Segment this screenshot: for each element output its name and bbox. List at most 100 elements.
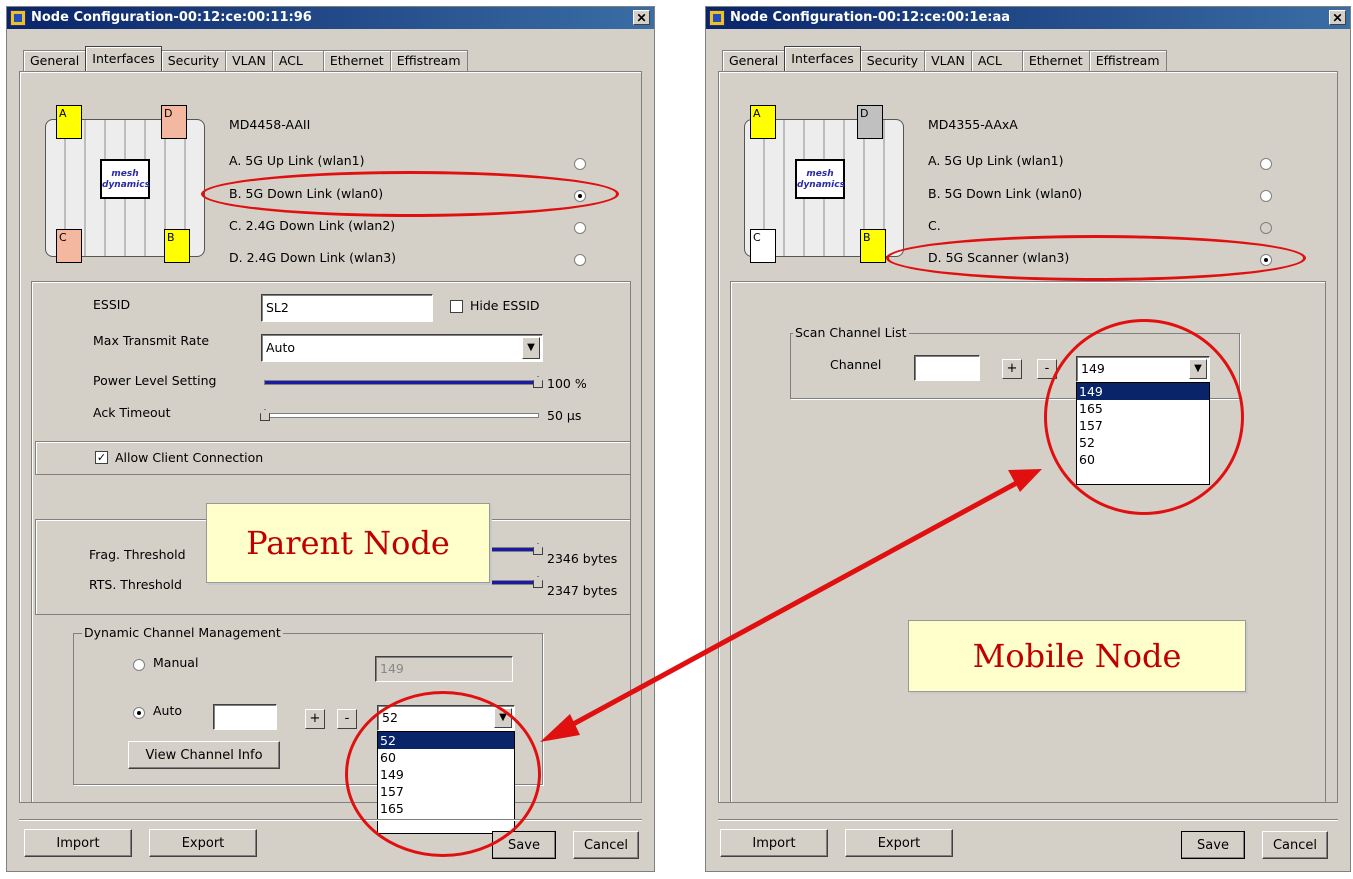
max-transmit-rate-select[interactable]: Auto ▼ [261, 334, 543, 362]
tab-ethernet[interactable]: Ethernet [322, 50, 391, 71]
channel-option[interactable]: 60 [1077, 451, 1209, 468]
allow-client-label: Allow Client Connection [115, 450, 264, 465]
interface-d-label: D. 2.4G Down Link (wlan3) [229, 250, 397, 265]
power-level-slider[interactable] [264, 376, 543, 388]
interface-b-label: B. 5G Down Link (wlan0) [928, 186, 1083, 201]
channel-option[interactable]: 52 [378, 732, 514, 749]
import-button[interactable]: Import [720, 829, 828, 857]
interface-a-radio[interactable] [1260, 158, 1272, 170]
chevron-down-icon[interactable]: ▼ [1189, 359, 1207, 379]
power-level-label: Power Level Setting [93, 373, 217, 388]
ack-timeout-slider[interactable] [260, 409, 539, 421]
allow-client-checkbox[interactable]: ✓ [95, 451, 108, 464]
remove-channel-button[interactable]: - [1037, 359, 1057, 379]
interface-c-label: C. 2.4G Down Link (wlan2) [229, 218, 396, 233]
frag-threshold-value: 2346 bytes [547, 551, 618, 566]
hide-essid-label: Hide ESSID [470, 298, 540, 313]
right-tab-bar: General Interfaces Security VLAN ACL Eth… [722, 46, 1167, 71]
ack-timeout-value: 50 µs [547, 408, 582, 423]
tab-effistream[interactable]: Effistream [389, 50, 468, 71]
interface-c-radio [1260, 222, 1272, 234]
model-label: MD4355-AAxA [928, 117, 1018, 132]
tab-interfaces[interactable]: Interfaces [784, 46, 861, 71]
port-d: D [161, 105, 187, 139]
add-channel-button[interactable]: + [1002, 359, 1022, 379]
tab-effistream[interactable]: Effistream [1088, 50, 1167, 71]
channel-input[interactable] [914, 355, 980, 381]
chevron-down-icon[interactable]: ▼ [522, 337, 540, 359]
essid-input[interactable]: SL2 [261, 294, 433, 322]
right-title-bar[interactable]: Node Configuration-00:12:ce:00:1e:aa ✕ [706, 7, 1350, 29]
tab-general[interactable]: General [722, 50, 786, 71]
rts-threshold-label: RTS. Threshold [89, 577, 182, 592]
left-node-config-window: Node Configuration-00:12:ce:00:11:96 ✕ G… [6, 6, 655, 872]
import-button[interactable]: Import [24, 829, 132, 857]
channel-option[interactable]: 157 [378, 783, 514, 800]
channel-option[interactable]: 165 [1077, 400, 1209, 417]
left-window-title: Node Configuration-00:12:ce:00:11:96 [31, 10, 312, 25]
save-button[interactable]: Save [1181, 831, 1245, 859]
close-icon[interactable]: ✕ [633, 10, 650, 25]
hide-essid-checkbox[interactable] [450, 300, 463, 313]
channel-option[interactable]: 149 [378, 766, 514, 783]
chevron-down-icon[interactable]: ▼ [494, 708, 512, 728]
scan-channel-select[interactable]: 149 ▼ [1076, 356, 1210, 382]
close-icon[interactable]: ✕ [1329, 10, 1346, 25]
interface-b-radio[interactable] [1260, 190, 1272, 202]
scan-channel-value: 149 [1081, 361, 1105, 376]
auto-label: Auto [153, 703, 183, 718]
port-c: C [56, 229, 82, 263]
auto-channel-select[interactable]: 52 ▼ [377, 705, 515, 731]
dcm-legend: Dynamic Channel Management [82, 625, 283, 640]
mobile-node-callout: Mobile Node [908, 620, 1246, 692]
footer-separator [19, 819, 642, 821]
port-d: D [857, 105, 883, 139]
cancel-button[interactable]: Cancel [573, 831, 639, 859]
interface-d-label: D. 5G Scanner (wlan3) [928, 250, 1070, 265]
model-label: MD4458-AAII [229, 117, 311, 132]
frag-threshold-label: Frag. Threshold [89, 547, 186, 562]
footer-separator [718, 819, 1338, 821]
channel-label: Channel [830, 357, 882, 372]
tab-ethernet[interactable]: Ethernet [1021, 50, 1090, 71]
tab-acl[interactable]: ACL [970, 50, 1023, 71]
interface-b-label: B. 5G Down Link (wlan0) [229, 186, 384, 201]
remove-channel-button[interactable]: - [337, 709, 357, 729]
tab-security[interactable]: Security [160, 50, 227, 71]
tab-vlan[interactable]: VLAN [924, 50, 972, 71]
tab-interfaces[interactable]: Interfaces [85, 46, 162, 71]
port-a: A [56, 105, 82, 139]
tab-vlan[interactable]: VLAN [225, 50, 273, 71]
port-a: A [750, 105, 776, 139]
interface-c-radio[interactable] [574, 222, 586, 234]
channel-option[interactable]: 165 [378, 800, 514, 817]
channel-option[interactable]: 149 [1077, 383, 1209, 400]
cancel-button[interactable]: Cancel [1262, 831, 1328, 859]
manual-label: Manual [153, 655, 199, 670]
export-button[interactable]: Export [845, 829, 953, 857]
app-icon [709, 10, 725, 26]
interface-b-radio[interactable] [574, 190, 586, 202]
auto-channel-value: 52 [382, 710, 398, 725]
left-title-bar[interactable]: Node Configuration-00:12:ce:00:11:96 ✕ [7, 7, 654, 29]
interface-a-radio[interactable] [574, 158, 586, 170]
interface-d-radio[interactable] [574, 254, 586, 266]
interface-d-radio[interactable] [1260, 254, 1272, 266]
export-button[interactable]: Export [149, 829, 257, 857]
channel-option[interactable]: 52 [1077, 434, 1209, 451]
interface-c-label: C. [928, 218, 941, 233]
tab-general[interactable]: General [23, 50, 87, 71]
view-channel-info-button[interactable]: View Channel Info [128, 741, 280, 769]
channel-option[interactable]: 60 [378, 749, 514, 766]
left-tab-bar: General Interfaces Security VLAN ACL Eth… [23, 46, 468, 71]
save-button[interactable]: Save [492, 831, 556, 859]
scan-channel-legend: Scan Channel List [793, 325, 909, 340]
add-channel-button[interactable]: + [305, 709, 325, 729]
channel-option[interactable]: 157 [1077, 417, 1209, 434]
auto-radio[interactable] [133, 707, 145, 719]
tab-security[interactable]: Security [859, 50, 926, 71]
tab-acl[interactable]: ACL [271, 50, 324, 71]
auto-channel-input[interactable] [213, 704, 277, 730]
manual-radio[interactable] [133, 659, 145, 671]
parent-node-callout: Parent Node [206, 503, 490, 583]
